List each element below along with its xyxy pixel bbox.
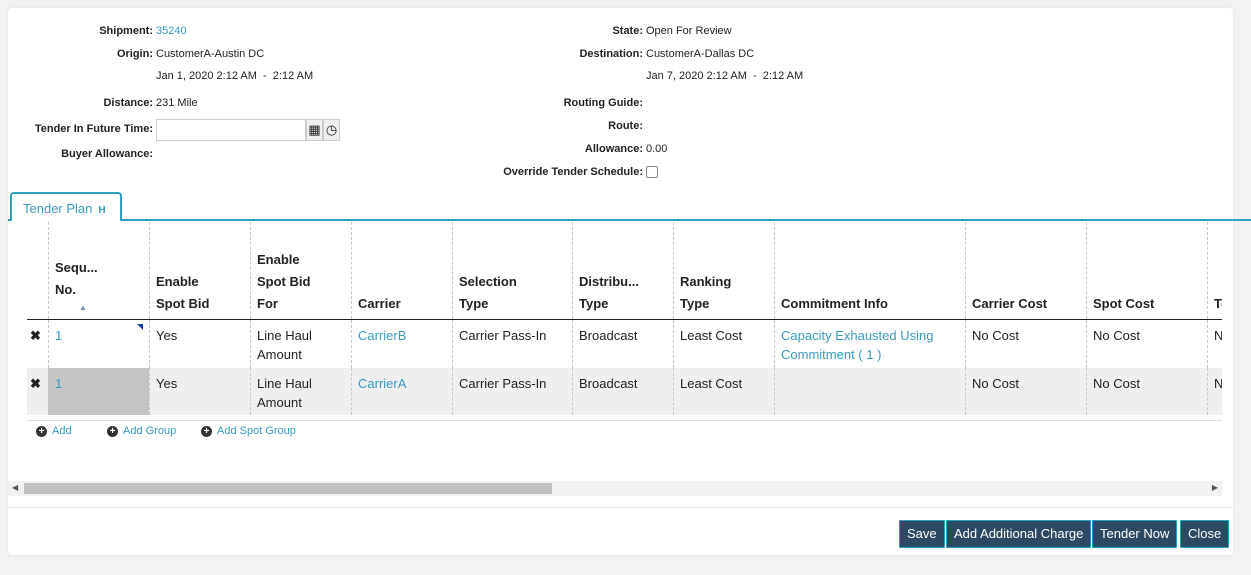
override-label: Override Tender Schedule: [503, 166, 643, 178]
state-value: Open For Review [646, 25, 732, 37]
origin-time: Jan 1, 2020 2:12 AM - 2:12 AM [156, 70, 314, 82]
tender-now-button[interactable]: Tender Now [1092, 520, 1178, 548]
header-total[interactable]: To [1207, 222, 1222, 319]
add-button[interactable]: + Add [36, 425, 72, 437]
cell-carrier-link[interactable]: CarrierB [351, 320, 452, 368]
horizontal-scrollbar[interactable]: ◀ ▶ [8, 481, 1222, 496]
table-row[interactable]: ✖ 1 Yes Line Haul Amount CarrierB Carrie… [27, 320, 1222, 368]
cell-spot-bid-for: Line Haul Amount [250, 320, 351, 368]
distance-label: Distance: [103, 97, 153, 109]
header-distribution-type[interactable]: Distribu... Type [572, 222, 673, 319]
plus-circle-icon: + [201, 425, 212, 437]
override-checkbox[interactable] [646, 166, 658, 178]
header-carrier-cost[interactable]: Carrier Cost [965, 222, 1086, 319]
tab-tender-plan[interactable]: Tender Plan H [10, 192, 122, 221]
cell-commitment-info [774, 368, 965, 415]
header-selection-type[interactable]: Selection Type [452, 222, 572, 319]
cell-sequence[interactable]: 1 [48, 320, 149, 368]
cell-total: N [1207, 368, 1222, 415]
tab-underline [8, 219, 1251, 221]
header-row: Sequ... No. ▲ Enable Spot Bid Enable Spot Bi… [27, 222, 1222, 320]
cell-distribution-type: Broadcast [572, 320, 673, 368]
edited-cell-marker [137, 324, 143, 330]
cell-ranking-type: Least Cost [673, 320, 774, 368]
delete-row-icon[interactable]: ✖ [27, 368, 48, 415]
tab-badge: H [98, 205, 106, 216]
destination-time: Jan 7, 2020 2:12 AM - 2:12 AM [646, 70, 804, 82]
plus-circle-icon: + [36, 425, 47, 437]
scrollbar-thumb[interactable] [24, 483, 552, 494]
grid-divider [27, 420, 1222, 421]
table-row[interactable]: ✖ 1 Yes Line Haul Amount CarrierA Carrie… [27, 368, 1222, 415]
header-spot-cost[interactable]: Spot Cost [1086, 222, 1207, 319]
allowance-value: 0.00 [646, 143, 668, 155]
scroll-left-arrow-icon[interactable]: ◀ [12, 483, 18, 492]
cell-total: N [1207, 320, 1222, 368]
shipment-link[interactable]: 35240 [156, 25, 187, 37]
tender-future-input[interactable] [156, 119, 306, 141]
cell-enable-spot-bid: Yes [149, 320, 250, 368]
header-carrier[interactable]: Carrier [351, 222, 452, 319]
add-spot-group-button[interactable]: + Add Spot Group [201, 425, 296, 437]
cell-carrier-cost: No Cost [965, 368, 1086, 415]
plus-circle-icon: + [107, 425, 118, 437]
footer-divider [8, 507, 1233, 508]
header-sequence[interactable]: Sequ... No. ▲ [48, 222, 149, 319]
shipment-label: Shipment: [99, 25, 153, 37]
cell-spot-bid-for: Line Haul Amount [250, 368, 351, 415]
cell-carrier-cost: No Cost [965, 320, 1086, 368]
origin-label: Origin: [116, 48, 153, 60]
add-additional-charge-button[interactable]: Add Additional Charge [946, 520, 1092, 548]
tab-label: Tender Plan [23, 201, 93, 216]
add-group-button[interactable]: + Add Group [107, 425, 176, 437]
cell-ranking-type: Least Cost [673, 368, 774, 415]
distance-value: 231 Mile [156, 97, 198, 109]
buyer-allowance-label: Buyer Allowance: [61, 148, 153, 160]
cell-enable-spot-bid: Yes [149, 368, 250, 415]
sort-asc-icon: ▲ [79, 303, 87, 312]
routing-guide-label: Routing Guide: [563, 97, 643, 109]
header-enable-spot-bid[interactable]: Enable Spot Bid [149, 222, 250, 319]
cell-selection-type: Carrier Pass-In [452, 368, 572, 415]
delete-row-icon[interactable]: ✖ [27, 320, 48, 368]
save-button[interactable]: Save [899, 520, 945, 548]
calendar-icon[interactable]: ▦ [306, 119, 323, 141]
destination-value: CustomerA-Dallas DC [646, 48, 755, 60]
allowance-label: Allowance: [584, 143, 643, 155]
route-label: Route: [608, 120, 643, 132]
cell-sequence[interactable]: 1 [48, 368, 149, 415]
cell-distribution-type: Broadcast [572, 368, 673, 415]
tender-future-label: Tender In Future Time: [34, 123, 153, 135]
cell-commitment-link[interactable]: Capacity Exhausted Using Commitment ( 1 … [774, 320, 965, 368]
destination-label: Destination: [579, 48, 643, 60]
cell-selection-type: Carrier Pass-In [452, 320, 572, 368]
cell-spot-cost: No Cost [1086, 320, 1207, 368]
origin-value: CustomerA-Austin DC [156, 48, 265, 60]
header-commitment-info[interactable]: Commitment Info [774, 222, 965, 319]
clock-icon[interactable]: ◷ [323, 119, 340, 141]
header-spot-bid-for[interactable]: Enable Spot Bid For [250, 222, 351, 319]
tender-plan-grid: Sequ... No. ▲ Enable Spot Bid Enable Spot Bi… [27, 222, 1222, 417]
header-ranking-type[interactable]: Ranking Type [673, 222, 774, 319]
state-label: State: [612, 25, 643, 37]
cell-spot-cost: No Cost [1086, 368, 1207, 415]
cell-carrier-link[interactable]: CarrierA [351, 368, 452, 415]
scroll-right-arrow-icon[interactable]: ▶ [1212, 483, 1218, 492]
close-button[interactable]: Close [1180, 520, 1230, 548]
